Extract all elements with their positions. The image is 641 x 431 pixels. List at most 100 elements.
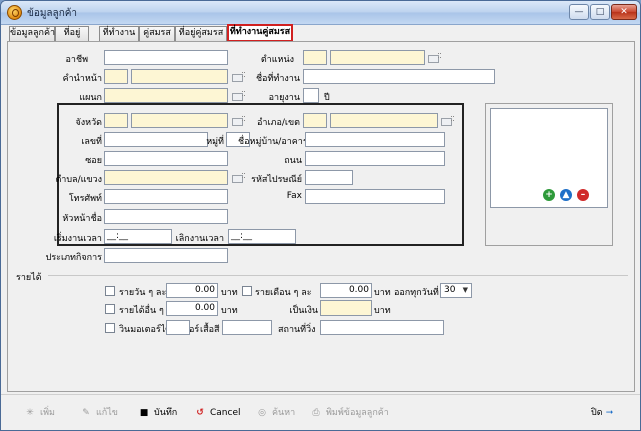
- vest-color-field[interactable]: [222, 320, 272, 335]
- add-icon[interactable]: +: [543, 189, 555, 201]
- subdistrict-lookup-icon[interactable]: [232, 172, 246, 184]
- daily-income-field[interactable]: 0.00: [166, 283, 218, 298]
- other-baht-label: บาท: [221, 306, 238, 316]
- exit-icon: ➞: [605, 408, 614, 418]
- business-type-field[interactable]: [104, 248, 228, 263]
- bottom-toolbar: ✳ เพิ่ม ✎ แก้ไข ■ บันทึก ↺ Cancel ◎ ค้นหา ⎙ พิ…: [1, 394, 640, 430]
- work-years-field[interactable]: [303, 88, 319, 103]
- moo-label: หมู่ที่: [206, 137, 224, 147]
- occupation-label: อาชีพ: [65, 55, 89, 65]
- minimize-button[interactable]: —: [569, 4, 589, 20]
- motorbike-checkbox[interactable]: [105, 323, 115, 333]
- tab-spouse-address[interactable]: ที่อยู่คู่สมรส: [175, 26, 227, 41]
- position-name-field[interactable]: [330, 50, 425, 65]
- other-income-checkbox[interactable]: [105, 304, 115, 314]
- fax-label: Fax: [286, 191, 302, 201]
- other-income-field[interactable]: 0.00: [166, 301, 218, 316]
- department-lookup-icon[interactable]: [232, 90, 246, 102]
- binoculars-icon: ◎: [258, 408, 266, 418]
- tab-workplace[interactable]: ที่ทำงาน: [99, 26, 139, 41]
- province-code-field[interactable]: [104, 113, 128, 128]
- department-label: แผนก: [79, 93, 102, 103]
- cancel-button[interactable]: ↺ Cancel: [193, 404, 240, 422]
- title-label: คำนำหน้า: [62, 74, 102, 84]
- tab-spouse-workplace[interactable]: ที่ทำงานคู่สมรส: [227, 24, 293, 42]
- fax-field[interactable]: [305, 189, 445, 204]
- phone-label: โทรศัพท์: [68, 194, 102, 204]
- district-name-field[interactable]: [330, 113, 438, 128]
- app-icon: [7, 5, 22, 20]
- station-field[interactable]: [320, 320, 444, 335]
- monthly-baht-label: บาท: [374, 288, 391, 298]
- end-time-field[interactable]: __:__: [228, 229, 296, 244]
- pencil-icon: ✎: [82, 408, 90, 418]
- daily-baht-label: บาท: [221, 288, 238, 298]
- position-lookup-icon[interactable]: [428, 52, 442, 64]
- road-label: ถนน: [284, 156, 302, 166]
- payday-label: ออกทุกวันที่: [394, 288, 439, 298]
- postcode-field[interactable]: [305, 170, 353, 185]
- supervisor-field[interactable]: [104, 209, 228, 224]
- soi-field[interactable]: [104, 151, 228, 166]
- district-code-field[interactable]: [303, 113, 327, 128]
- position-label: ตำแหน่ง: [260, 55, 294, 65]
- work-years-label: อายุงาน: [268, 93, 300, 103]
- district-lookup-icon[interactable]: [441, 115, 455, 127]
- daily-income-checkbox[interactable]: [105, 286, 115, 296]
- print-button[interactable]: ⎙ พิมพ์ข้อมูลลูกค้า: [309, 404, 388, 422]
- daily-income-label: รายวัน ๆ ละ: [119, 288, 167, 298]
- edit-button[interactable]: ✎ แก้ไข: [79, 404, 118, 422]
- building-field[interactable]: [305, 132, 445, 147]
- floppy-icon: ■: [139, 408, 149, 418]
- road-field[interactable]: [305, 151, 445, 166]
- close-window-button[interactable]: ✕: [611, 4, 637, 20]
- tab-customer-info[interactable]: ข้อมูลลูกค้า: [9, 26, 55, 41]
- save-button[interactable]: ■ บันทึก: [137, 404, 178, 422]
- motorbike-number-field[interactable]: [166, 320, 190, 335]
- title-name-field[interactable]: [131, 69, 228, 84]
- position-code-field[interactable]: [303, 50, 327, 65]
- printer-icon: ⎙: [312, 408, 320, 418]
- years-unit-label: ปี: [324, 93, 330, 103]
- province-name-field[interactable]: [131, 113, 228, 128]
- sparkle-icon: ✳: [26, 408, 34, 418]
- up-icon[interactable]: ▲: [560, 189, 572, 201]
- cash-label: เป็นเงิน: [289, 306, 318, 316]
- close-button[interactable]: ปิด ➞: [591, 404, 620, 422]
- undo-icon: ↺: [196, 408, 204, 418]
- payday-select[interactable]: 30 ▼: [440, 283, 472, 298]
- remove-icon[interactable]: –: [577, 189, 589, 201]
- tab-spouse[interactable]: คู่สมรส: [139, 26, 175, 41]
- monthly-income-checkbox[interactable]: [242, 286, 252, 296]
- phone-field[interactable]: [104, 189, 228, 204]
- tab-address[interactable]: ที่อยู่: [55, 26, 89, 41]
- building-label: ชื่อหมู่บ้าน/อาคาร: [238, 137, 308, 147]
- chevron-down-icon: ▼: [462, 286, 468, 294]
- income-separator: [48, 275, 628, 276]
- title-bar[interactable]: ข้อมูลลูกค้า — □ ✕: [1, 1, 640, 25]
- monthly-income-label: รายเดือน ๆ ละ: [255, 288, 312, 298]
- supervisor-label: หัวหน้าชื่อ: [62, 214, 102, 224]
- income-section-label: รายได้: [16, 273, 42, 283]
- title-code-field[interactable]: [104, 69, 128, 84]
- window-title: ข้อมูลลูกค้า: [27, 8, 78, 19]
- tab-panel: อาชีพ ตำแหน่ง คำนำหน้า ชื่อที่ทำงาน แผนก…: [7, 41, 635, 392]
- cash-baht-label: บาท: [374, 306, 391, 316]
- monthly-income-field[interactable]: 0.00: [320, 283, 372, 298]
- cash-field[interactable]: [320, 300, 372, 316]
- occupation-field[interactable]: [104, 50, 228, 65]
- payday-value: 30: [444, 285, 456, 295]
- province-label: จังหวัด: [75, 118, 103, 128]
- business-type-label: ประเภทกิจการ: [45, 253, 102, 263]
- maximize-button[interactable]: □: [590, 4, 610, 20]
- soi-label: ซอย: [85, 156, 102, 166]
- start-time-field[interactable]: __:__: [104, 229, 172, 244]
- add-button[interactable]: ✳ เพิ่ม: [23, 404, 55, 422]
- house-no-field[interactable]: [104, 132, 208, 147]
- workplace-name-field[interactable]: [303, 69, 495, 84]
- title-lookup-icon[interactable]: [232, 71, 246, 83]
- province-lookup-icon[interactable]: [232, 115, 246, 127]
- search-button[interactable]: ◎ ค้นหา: [255, 404, 295, 422]
- department-field[interactable]: [104, 88, 228, 103]
- subdistrict-field[interactable]: [104, 170, 228, 185]
